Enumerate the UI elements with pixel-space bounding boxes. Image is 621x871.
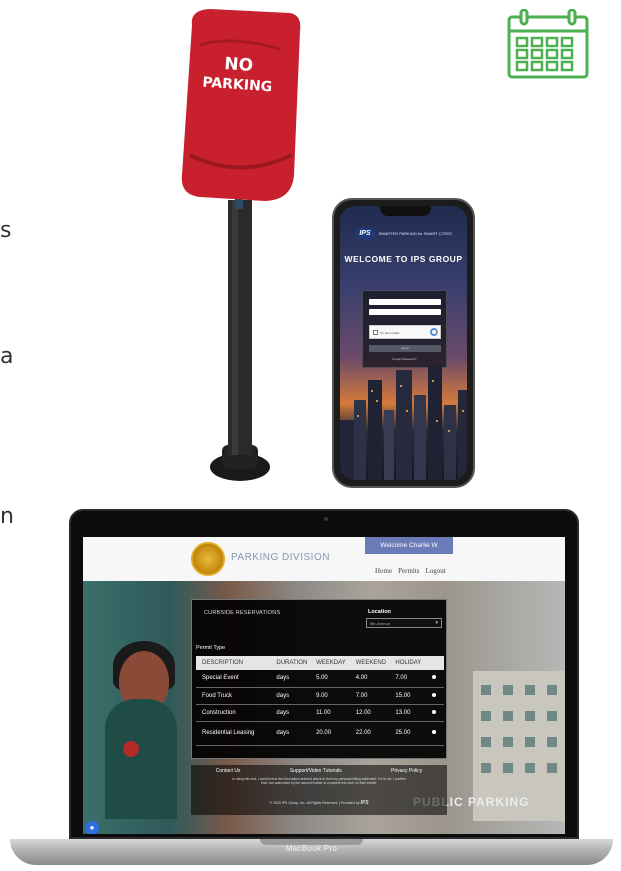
table-header-row: DESCRIPTION DURATION WEEKDAY WEEKEND HOL… [196, 656, 444, 670]
location-select[interactable]: 5th Avenue ▾ [366, 618, 442, 628]
laptop-brand-label: MacBook Pro [285, 844, 338, 853]
row-select-radio[interactable] [424, 687, 444, 705]
location-selected-value: 5th Avenue [370, 621, 390, 626]
footer-copyright: © 2025 IPS Group, Inc. All Rights Reserv… [191, 800, 447, 806]
cell-weekend: 7.00 [349, 687, 390, 705]
side-text-fragment-2: a [0, 344, 14, 369]
footer-support-link[interactable]: Support/Video Tutorials [290, 768, 342, 774]
col-weekday: WEEKDAY [310, 656, 350, 670]
laptop-lid: PUBLIC PARKING PARKING DIVISION Welcome … [69, 509, 579, 839]
mural-flower [123, 741, 139, 757]
cell-holiday: 25.00 [389, 721, 425, 746]
laptop-screen: PUBLIC PARKING PARKING DIVISION Welcome … [83, 537, 565, 834]
top-navigation: Home Permits Logout [375, 567, 446, 575]
table-row[interactable]: Residential Leasing days 20.00 22.00 25.… [196, 721, 444, 746]
col-select [424, 656, 444, 670]
site-header: PARKING DIVISION Welcome Charlie W Home … [83, 537, 565, 581]
ips-logo: IPS [355, 228, 375, 239]
meter-cover-text: NO PARKING [197, 52, 280, 97]
smartphone: IPS SMARTER PARKING for SMART CITIES WEL… [332, 198, 475, 488]
cell-weekday: 9.00 [310, 687, 350, 705]
site-footer: Contact Us Support/Video Tutorials Priva… [191, 765, 447, 815]
phone-logo-row: IPS SMARTER PARKING for SMART CITIES [340, 228, 467, 239]
phone-captcha[interactable]: I'm not a robot [369, 325, 441, 339]
col-duration: DURATION [270, 656, 311, 670]
row-select-radio[interactable] [424, 721, 444, 746]
cell-description: Construction [196, 704, 271, 722]
cell-description: Residential Leasing [196, 721, 271, 746]
nav-permits[interactable]: Permits [398, 567, 419, 575]
phone-welcome-title: WELCOME TO IPS GROUP [344, 254, 463, 264]
phone-username-field[interactable] [369, 299, 441, 305]
webcam [324, 517, 328, 521]
cell-description: Food Truck [196, 687, 271, 705]
cell-description: Special Event [196, 670, 271, 688]
cell-holiday: 13.00 [389, 704, 425, 722]
phone-login-panel: I'm not a robot Log In Forgot Password? [362, 290, 447, 368]
footer-privacy-link[interactable]: Privacy Policy [391, 768, 422, 774]
phone-screen: IPS SMARTER PARKING for SMART CITIES WEL… [340, 206, 467, 480]
cell-holiday: 7.00 [389, 670, 425, 688]
phone-password-field[interactable] [369, 309, 441, 315]
phone-notch [380, 206, 431, 216]
cell-weekday: 20.00 [310, 721, 350, 746]
panel-heading: CURBSIDE RESERVATIONS [204, 610, 281, 616]
mural-body [105, 699, 177, 819]
city-skyline-image [340, 365, 467, 480]
side-text-fragment-1: s [0, 218, 12, 243]
copyright-text: © 2025 IPS Group, Inc. All Rights Reserv… [269, 801, 360, 805]
cell-duration: days [270, 670, 311, 688]
chevron-down-icon: ▾ [435, 620, 438, 626]
captcha-label: I'm not a robot [380, 331, 400, 335]
cell-weekday: 5.00 [310, 670, 350, 688]
nav-home[interactable]: Home [375, 567, 392, 575]
cell-duration: days [270, 687, 311, 705]
curbside-reservation-panel: CURBSIDE RESERVATIONS Location 5th Avenu… [191, 599, 447, 759]
location-label: Location [368, 609, 391, 615]
cell-duration: days [270, 721, 311, 746]
row-select-radio[interactable] [424, 704, 444, 722]
cell-holiday: 15.00 [389, 687, 425, 705]
cell-weekend: 22.00 [349, 721, 390, 746]
chat-icon[interactable]: ● [85, 821, 99, 834]
footer-contact-link[interactable]: Contact Us [216, 768, 241, 774]
city-seal-logo [191, 542, 225, 576]
permit-type-label: Permit Type [196, 645, 226, 651]
laptop: PUBLIC PARKING PARKING DIVISION Welcome … [10, 509, 613, 869]
division-title: PARKING DIVISION [231, 552, 330, 563]
row-select-radio[interactable] [424, 670, 444, 688]
table-row[interactable]: Special Event days 5.00 4.00 7.00 [196, 670, 444, 688]
recaptcha-icon [430, 328, 438, 336]
ips-footer-logo: IPS [360, 800, 369, 806]
col-holiday: HOLIDAY [389, 656, 425, 670]
cell-weekend: 4.00 [349, 670, 390, 688]
footer-links: Contact Us Support/Video Tutorials Priva… [191, 768, 447, 774]
permit-table: DESCRIPTION DURATION WEEKDAY WEEKEND HOL… [196, 656, 444, 746]
nav-logout[interactable]: Logout [426, 567, 446, 575]
footer-notice: In using this tool, I confirm that the i… [232, 777, 406, 785]
cell-weekday: 11.00 [310, 704, 350, 722]
table-row[interactable]: Construction days 11.00 12.00 13.00 [196, 704, 444, 722]
cell-weekend: 12.00 [349, 704, 390, 722]
captcha-checkbox[interactable] [373, 330, 378, 335]
welcome-user-bar: Welcome Charlie W [365, 537, 453, 554]
col-weekend: WEEKEND [349, 656, 390, 670]
phone-tagline: SMARTER PARKING for SMART CITIES [378, 231, 452, 236]
calendar-icon [507, 9, 589, 79]
phone-login-button[interactable]: Log In [369, 345, 441, 352]
cell-duration: days [270, 704, 311, 722]
col-description: DESCRIPTION [196, 656, 271, 670]
table-row[interactable]: Food Truck days 9.00 7.00 15.00 [196, 687, 444, 705]
